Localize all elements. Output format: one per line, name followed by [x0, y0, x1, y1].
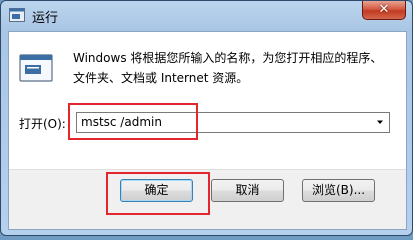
highlight-box-input — [68, 103, 198, 140]
chevron-down-icon[interactable] — [375, 117, 385, 127]
close-button[interactable]: ✕ — [362, 1, 406, 20]
open-label: 打开(O): — [19, 117, 66, 131]
description-line: 文件夹、文档或 Internet 资源。 — [73, 71, 249, 85]
run-icon — [9, 8, 25, 22]
description: Windows 将根据您所输入的名称，为您打开相应的程序、 文件夹、文档或 In… — [73, 48, 393, 88]
description-line: Windows 将根据您所输入的名称，为您打开相应的程序、 — [73, 51, 383, 65]
title-bar[interactable]: 运行 ✕ — [1, 1, 412, 31]
highlight-box-ok — [106, 172, 210, 215]
close-icon: ✕ — [378, 2, 390, 17]
run-icon — [19, 54, 53, 82]
browse-button[interactable]: 浏览(B)... — [302, 179, 375, 202]
cancel-button[interactable]: 取消 — [211, 179, 284, 202]
window-title: 运行 — [32, 11, 59, 26]
